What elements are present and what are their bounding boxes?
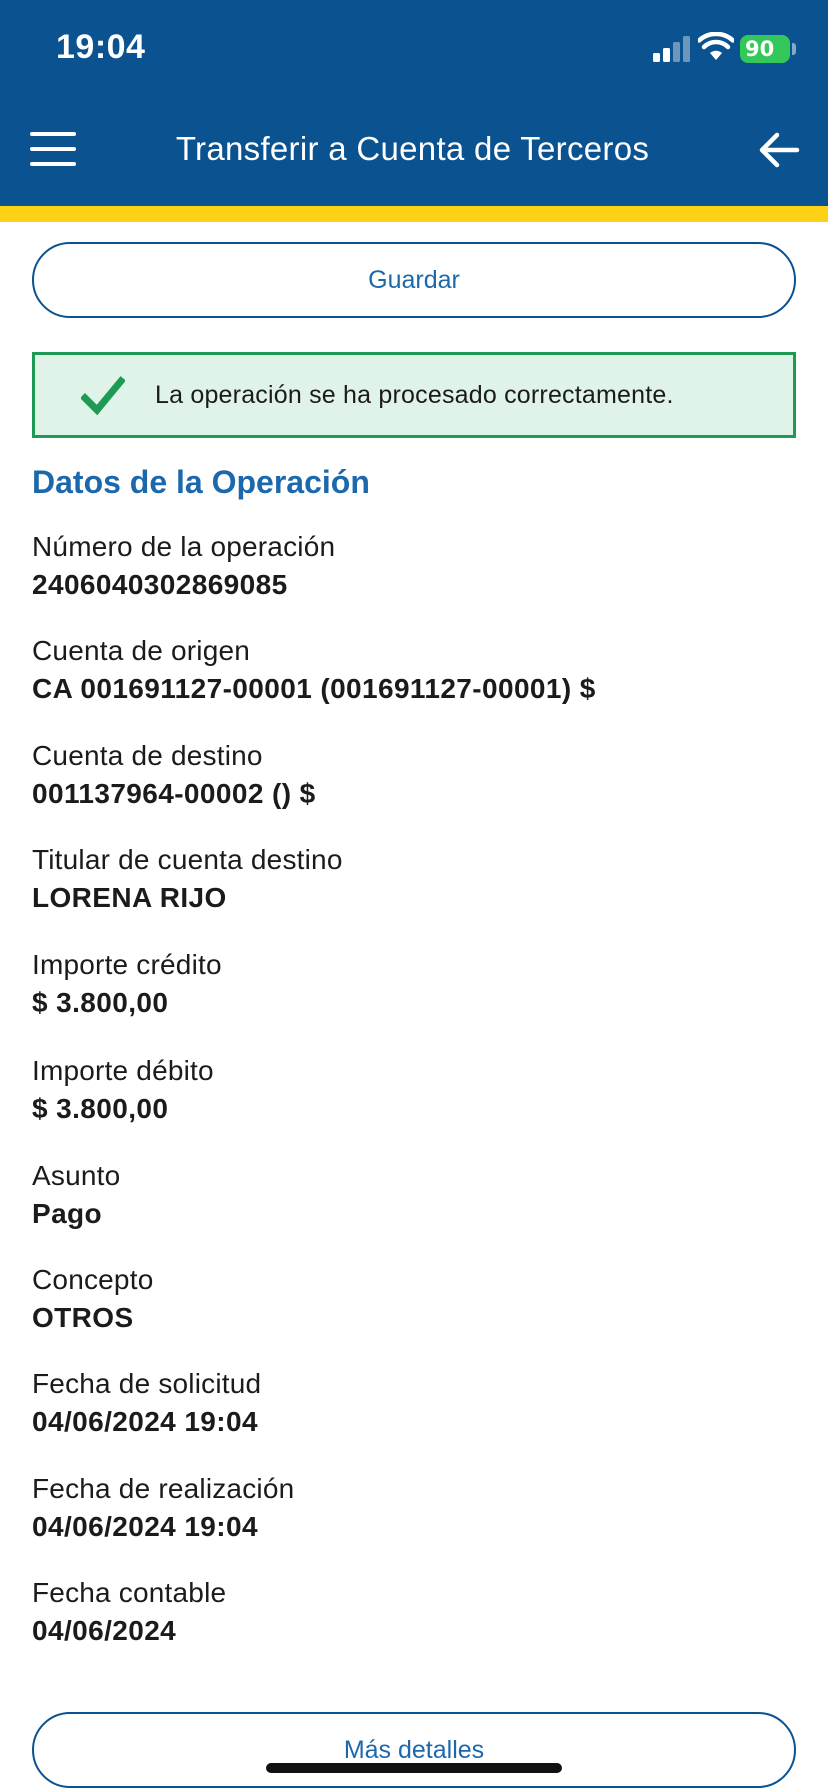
field-label: Fecha contable (32, 1577, 227, 1608)
field-destination-account: Cuenta de destino 001137964-00002 () $ (32, 737, 792, 813)
field-execution-date: Fecha de realización 04/06/2024 19:04 (32, 1470, 792, 1546)
field-label: Importe crédito (32, 949, 222, 980)
field-accounting-date: Fecha contable 04/06/2024 (32, 1574, 792, 1650)
field-value: 04/06/2024 19:04 (32, 1511, 258, 1542)
battery-icon: 90 (740, 35, 790, 63)
save-button[interactable]: Guardar (32, 242, 796, 318)
field-label: Fecha de solicitud (32, 1368, 262, 1399)
field-label: Importe débito (32, 1055, 214, 1086)
field-value: $ 3.800,00 (32, 1093, 169, 1124)
field-origin-account: Cuenta de origen CA 001691127-00001 (001… (32, 632, 792, 708)
field-label: Titular de cuenta destino (32, 844, 343, 875)
field-subject: Asunto Pago (32, 1157, 792, 1233)
section-title: Datos de la Operación (32, 464, 370, 500)
field-value: Pago (32, 1198, 103, 1229)
field-value: LORENA RIJO (32, 882, 227, 913)
field-label: Concepto (32, 1264, 154, 1295)
field-operation-number: Número de la operación 2406040302869085 (32, 528, 792, 604)
field-request-date: Fecha de solicitud 04/06/2024 19:04 (32, 1365, 792, 1441)
field-value: 001137964-00002 () $ (32, 778, 316, 809)
field-value: 2406040302869085 (32, 569, 288, 600)
field-concept: Concepto OTROS (32, 1261, 792, 1337)
field-label: Asunto (32, 1160, 121, 1191)
more-details-button[interactable]: Más detalles (32, 1712, 796, 1788)
wifi-icon (698, 32, 734, 60)
field-label: Fecha de realización (32, 1473, 295, 1504)
field-value: 04/06/2024 (32, 1615, 177, 1646)
field-debit-amount: Importe débito $ 3.800,00 (32, 1052, 792, 1128)
cellular-signal-icon (653, 36, 690, 62)
field-value: OTROS (32, 1302, 134, 1333)
field-label: Cuenta de origen (32, 635, 251, 666)
app-header: 19:04 90 Transferir a Cuenta de Terceros (0, 0, 828, 206)
home-indicator (266, 1763, 562, 1773)
field-label: Número de la operación (32, 531, 336, 562)
header-accent-strip (0, 206, 828, 222)
status-bar: 19:04 90 (0, 0, 828, 100)
field-credit-amount: Importe crédito $ 3.800,00 (32, 946, 792, 1022)
battery-level: 90 (745, 37, 775, 61)
field-value: $ 3.800,00 (32, 987, 169, 1018)
checkmark-icon (81, 376, 125, 416)
field-label: Cuenta de destino (32, 740, 263, 771)
arrow-left-icon[interactable] (755, 126, 803, 174)
hamburger-menu-icon[interactable] (30, 132, 78, 168)
field-value: 04/06/2024 19:04 (32, 1406, 258, 1437)
status-time: 19:04 (56, 28, 146, 66)
field-destination-holder: Titular de cuenta destino LORENA RIJO (32, 841, 792, 917)
page-title: Transferir a Cuenta de Terceros (175, 130, 650, 167)
success-alert: La operación se ha procesado correctamen… (32, 352, 796, 438)
alert-message: La operación se ha procesado correctamen… (155, 381, 674, 409)
field-value: CA 001691127-00001 (001691127-00001) $ (32, 673, 596, 704)
battery-tip (792, 43, 796, 55)
